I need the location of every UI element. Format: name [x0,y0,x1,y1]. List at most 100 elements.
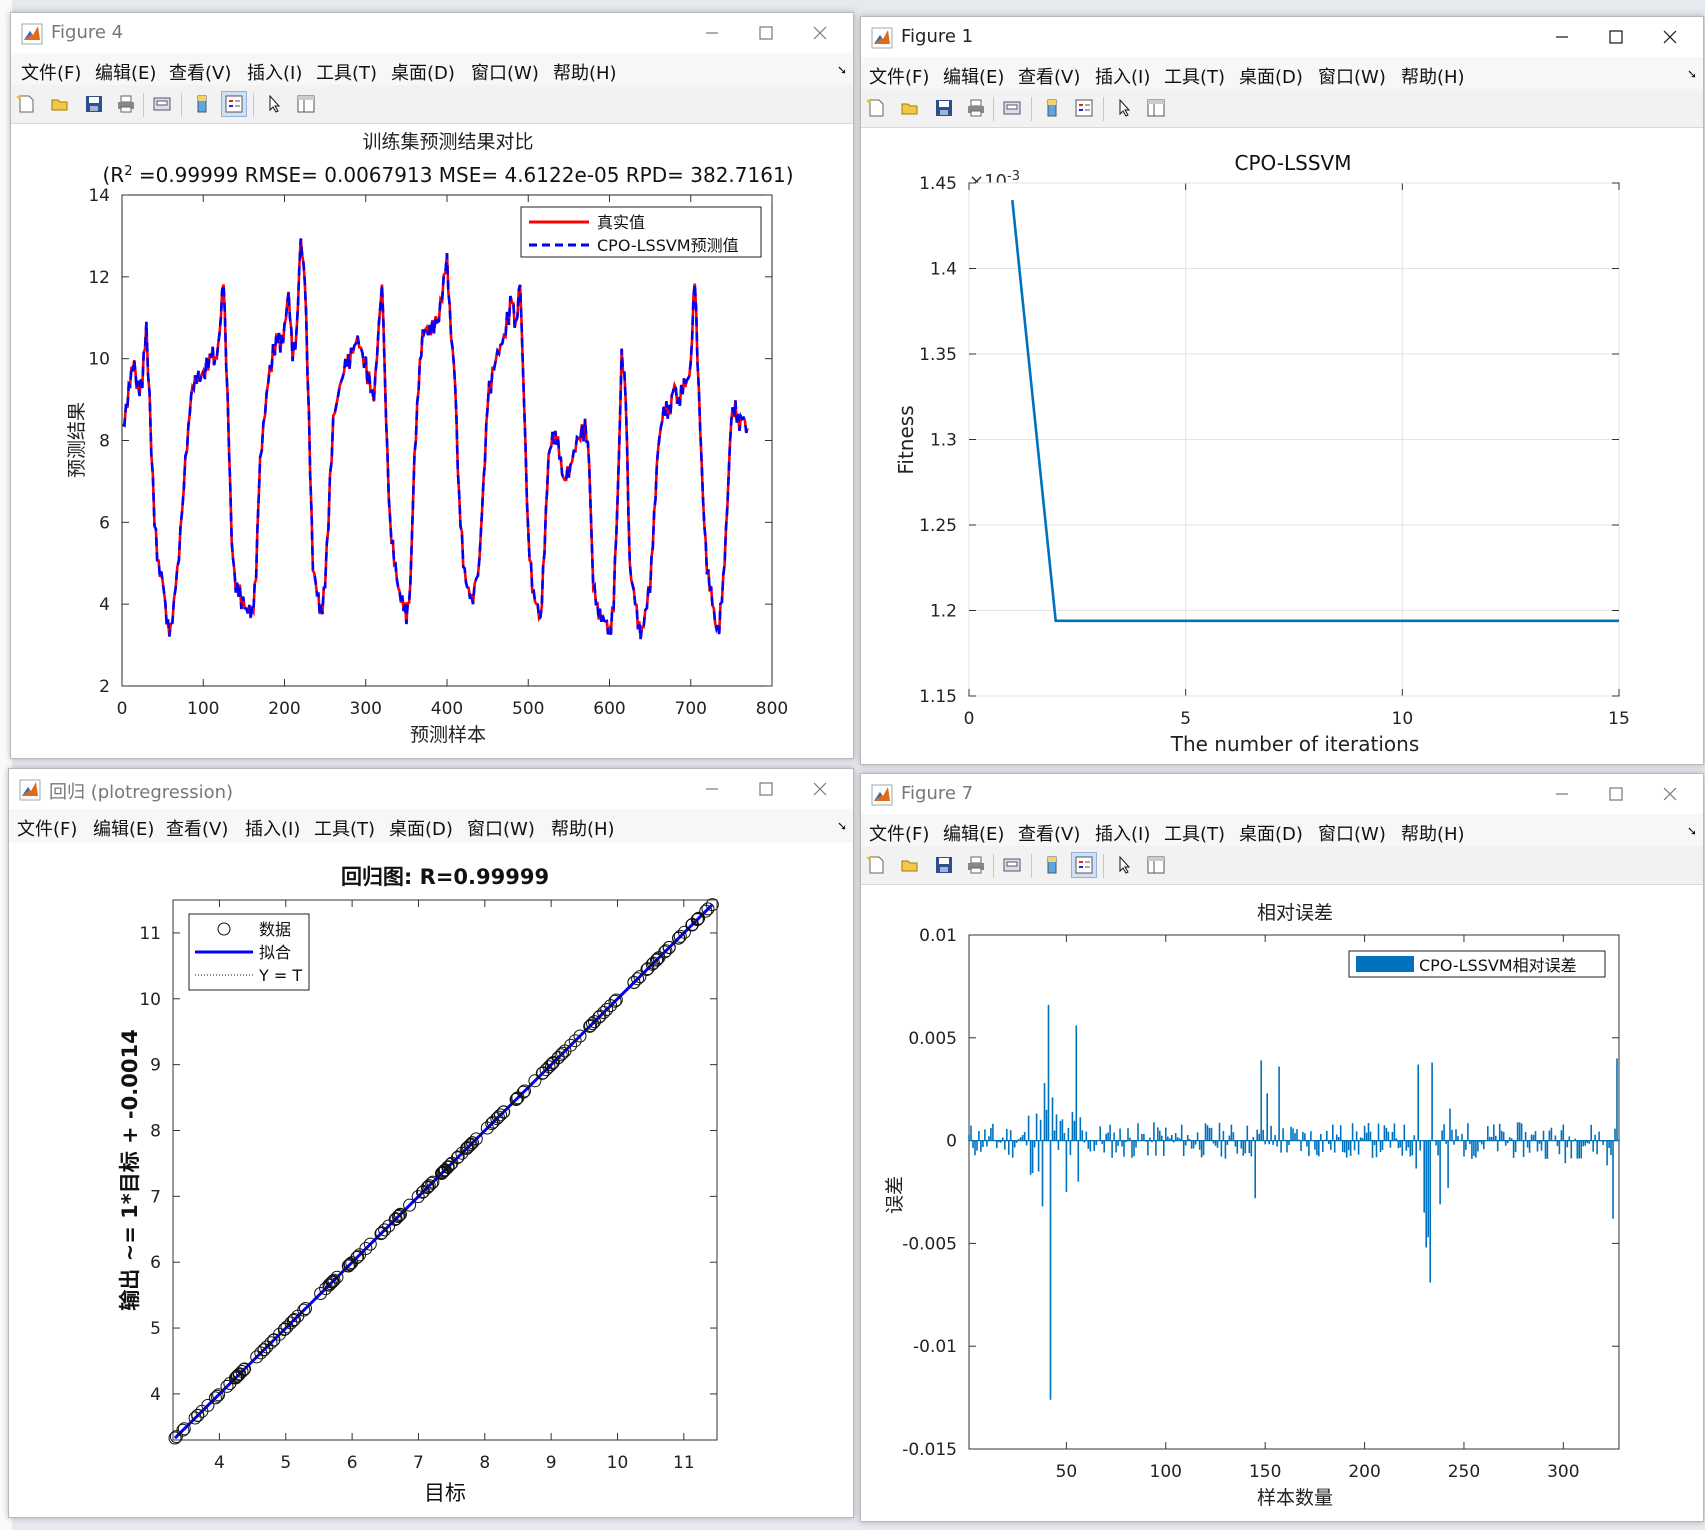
link-plot-icon [1003,858,1021,872]
menu-window[interactable]: 窗口(W) [1318,820,1386,846]
save-button[interactable] [81,91,107,117]
legend-button[interactable] [221,91,247,117]
menu-file[interactable]: 文件(F) [869,820,929,846]
close-button[interactable] [793,17,847,49]
menu-window[interactable]: 窗口(W) [467,815,535,841]
chart-title: 训练集预测结果对比 [362,131,533,153]
colorbar-icon [1047,99,1057,117]
pointer-tool[interactable] [261,91,287,117]
figure-canvas: 回归图: R=0.99999 4 5 6 7 8 9 10 11 4 5 6 7 8 9 10 11 数据 拟… [9,842,853,1517]
menu-file[interactable]: 文件(F) [869,63,929,89]
title-bar[interactable]: Figure 1 [861,17,1703,57]
menu-insert[interactable]: 插入(I) [245,815,300,841]
matlab-icon [21,23,43,45]
print-button[interactable] [963,852,989,878]
x-tick-label: 800 [756,699,788,719]
colorbar-button[interactable] [189,91,215,117]
menu-tools[interactable]: 工具(T) [1164,820,1225,846]
toolbar-separator [1031,854,1032,878]
x-tick-label: 100 [1150,1462,1182,1482]
menu-help[interactable]: 帮助(H) [553,59,617,85]
minimize-button[interactable] [685,17,739,49]
title-bar[interactable]: Figure 7 [861,774,1703,814]
title-bar[interactable]: Figure 4 [11,13,853,53]
menu-file[interactable]: 文件(F) [17,815,77,841]
new-figure-button[interactable] [13,91,39,117]
link-plot-button[interactable] [149,91,175,117]
menu-view[interactable]: 查看(V) [1018,820,1080,846]
x-tick-label: 500 [512,699,544,719]
title-bar[interactable]: 回归 (plotregression) [9,769,853,809]
menu-edit[interactable]: 编辑(E) [943,63,1004,89]
open-file-button[interactable] [897,852,923,878]
maximize-button[interactable] [1589,21,1643,53]
dock-arrow-icon[interactable]: ➘ [1687,67,1697,81]
figure-4-window: Figure 4 文件(F) 编辑(E) 查看(V) 插入(I) 工具(T) 桌… [10,12,854,759]
x-tick-label: 0 [117,699,128,719]
pointer-tool[interactable] [1111,95,1137,121]
menu-file[interactable]: 文件(F) [21,59,81,85]
close-icon [1663,787,1677,801]
minimize-button[interactable] [1535,778,1589,810]
maximize-icon [759,782,773,796]
legend-icon [1075,99,1093,117]
menu-view[interactable]: 查看(V) [1018,63,1080,89]
pointer-tool[interactable] [1111,852,1137,878]
menu-insert[interactable]: 插入(I) [1095,820,1150,846]
menu-edit[interactable]: 编辑(E) [943,820,1004,846]
minimize-icon [1556,793,1568,795]
menu-insert[interactable]: 插入(I) [1095,63,1150,89]
dock-arrow-icon[interactable]: ➘ [837,63,847,77]
menu-tools[interactable]: 工具(T) [1164,63,1225,89]
minimize-button[interactable] [1535,21,1589,53]
menu-desktop[interactable]: 桌面(D) [1239,63,1303,89]
save-button[interactable] [931,95,957,121]
close-button[interactable] [793,773,847,805]
property-editor-button[interactable] [1143,852,1169,878]
menu-help[interactable]: 帮助(H) [1401,63,1465,89]
save-button[interactable] [931,852,957,878]
menu-desktop[interactable]: 桌面(D) [1239,820,1303,846]
menu-desktop[interactable]: 桌面(D) [391,59,455,85]
new-figure-button[interactable] [863,95,889,121]
maximize-button[interactable] [1589,778,1643,810]
y-tick-label: 5 [150,1319,161,1339]
new-figure-button[interactable] [863,852,889,878]
menu-help[interactable]: 帮助(H) [1401,820,1465,846]
property-editor-button[interactable] [1143,95,1169,121]
close-button[interactable] [1643,778,1697,810]
print-icon [968,99,984,117]
menu-tools[interactable]: 工具(T) [314,815,375,841]
menu-edit[interactable]: 编辑(E) [93,815,154,841]
figure-canvas: 相对误差 50 100 150 200 250 300 -0.015 -0.01 -0.005 0… [861,885,1703,1521]
colorbar-button[interactable] [1039,852,1065,878]
close-button[interactable] [1643,21,1697,53]
menu-desktop[interactable]: 桌面(D) [389,815,453,841]
menu-help[interactable]: 帮助(H) [551,815,615,841]
print-button[interactable] [113,91,139,117]
legend-button[interactable] [1071,852,1097,878]
open-file-button[interactable] [897,95,923,121]
property-editor-button[interactable] [293,91,319,117]
menu-window[interactable]: 窗口(W) [1318,63,1386,89]
menu-window[interactable]: 窗口(W) [471,59,539,85]
menu-tools[interactable]: 工具(T) [316,59,377,85]
menu-edit[interactable]: 编辑(E) [95,59,156,85]
open-folder-icon [901,103,918,115]
menu-insert[interactable]: 插入(I) [247,59,302,85]
link-plot-icon [1003,101,1021,115]
dock-arrow-icon[interactable]: ➘ [837,819,847,833]
link-plot-button[interactable] [999,95,1025,121]
maximize-button[interactable] [739,17,793,49]
maximize-button[interactable] [739,773,793,805]
menu-view[interactable]: 查看(V) [166,815,228,841]
figure-canvas: CPO-LSSVM ×10-3 0 5 10 15 1.15 1.2 1.25 1.3 1.35… [861,128,1703,764]
print-button[interactable] [963,95,989,121]
menu-view[interactable]: 查看(V) [169,59,231,85]
dock-arrow-icon[interactable]: ➘ [1687,824,1697,838]
link-plot-button[interactable] [999,852,1025,878]
open-file-button[interactable] [47,91,73,117]
minimize-button[interactable] [685,773,739,805]
legend-button[interactable] [1071,95,1097,121]
colorbar-button[interactable] [1039,95,1065,121]
